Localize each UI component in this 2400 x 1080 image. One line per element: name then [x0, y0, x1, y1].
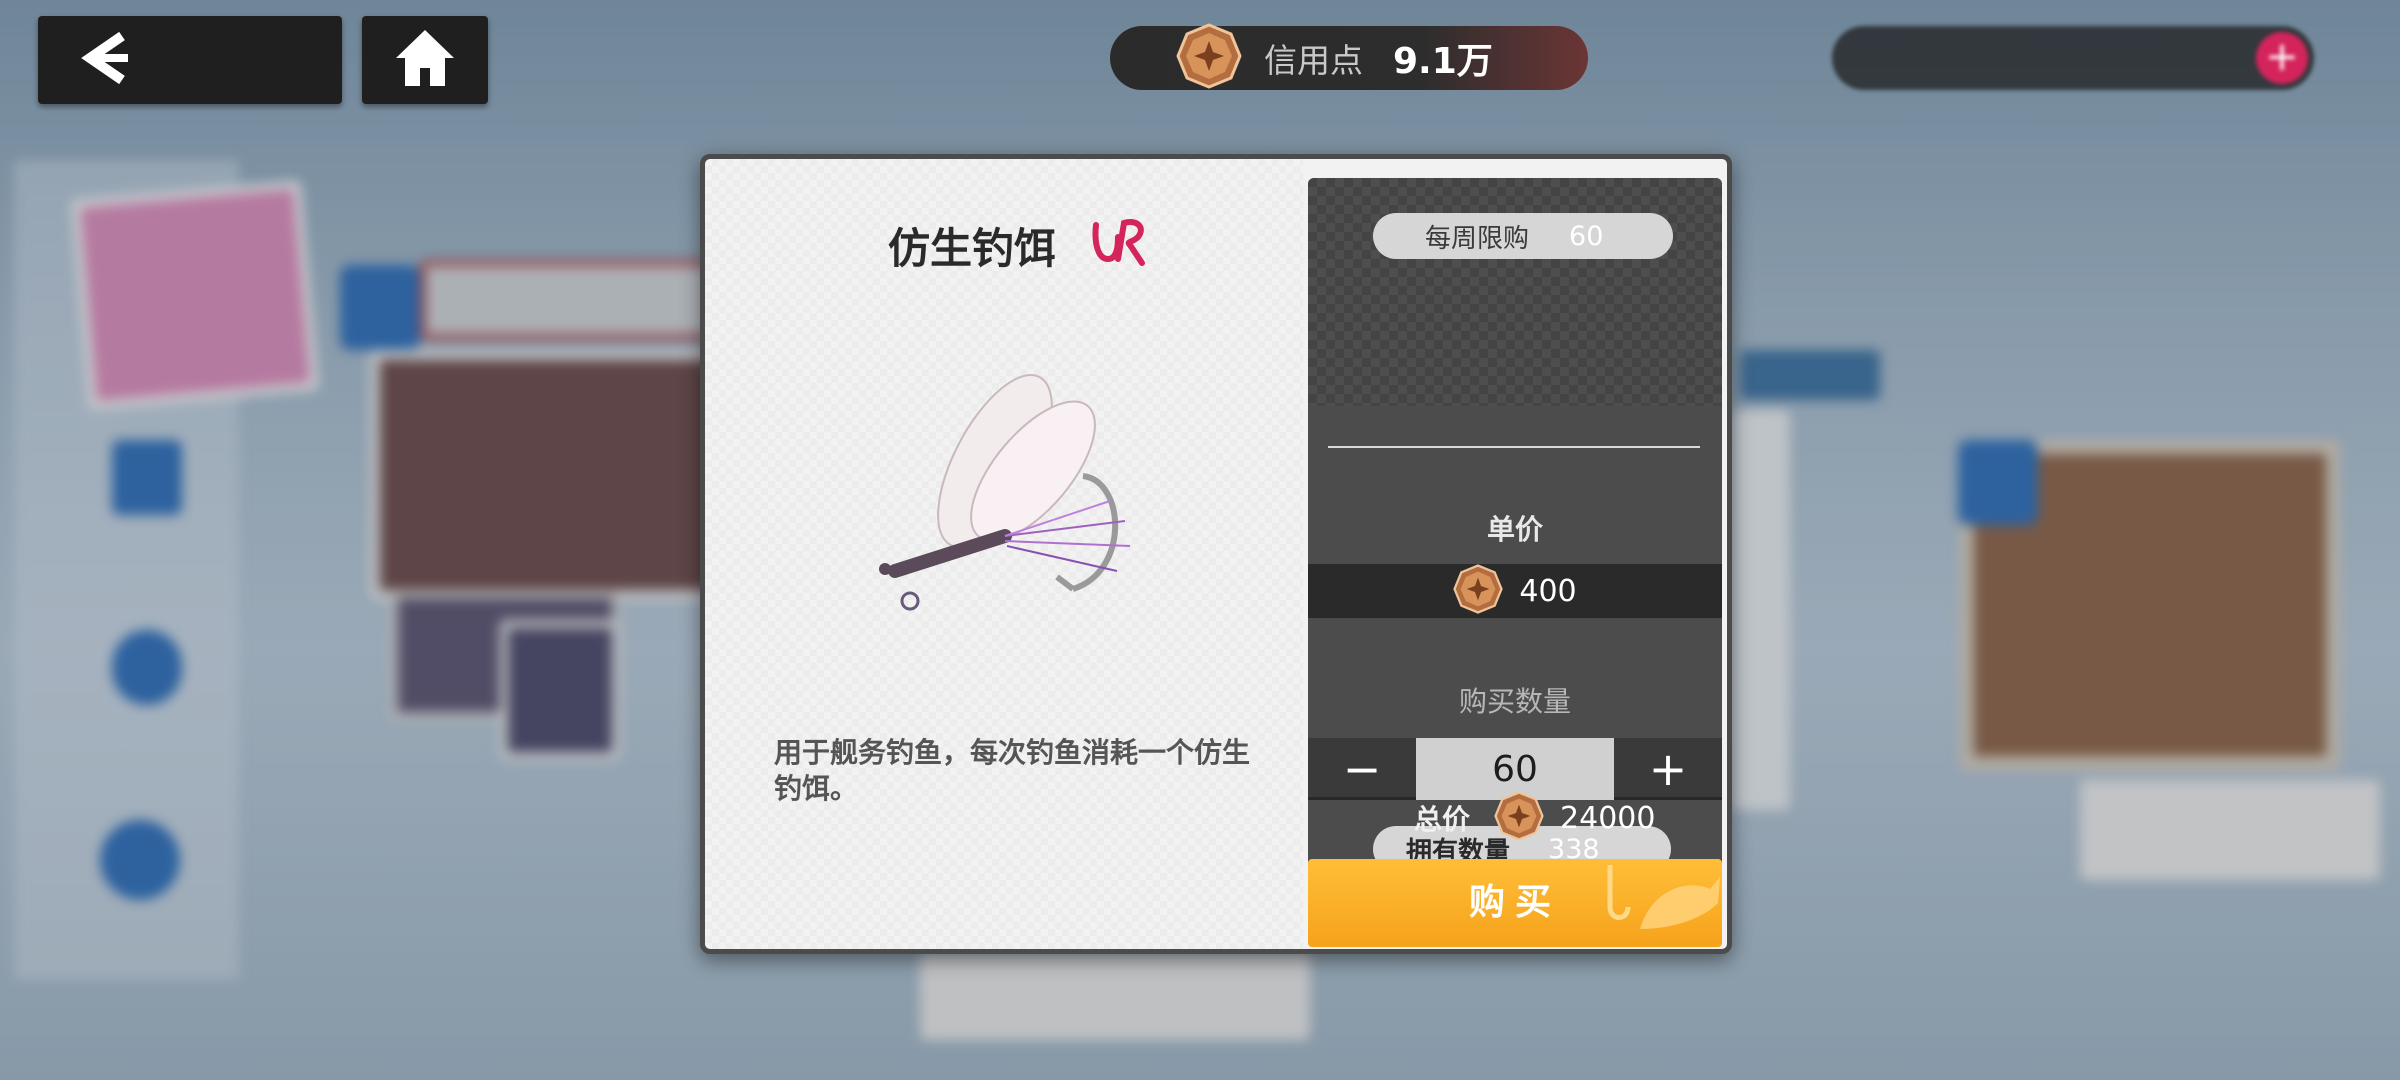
weekly-limit-value: 60: [1569, 220, 1604, 252]
back-button[interactable]: [38, 16, 342, 104]
ur-rarity-icon: [1090, 215, 1152, 275]
add-resource-icon: +: [2256, 32, 2308, 84]
credit-coin-icon: [1453, 564, 1504, 618]
blurred-top-right-resource: +: [1832, 26, 2314, 90]
credit-coin-icon: [1176, 23, 1242, 93]
decrease-quantity-button[interactable]: −: [1308, 738, 1416, 800]
buy-label: 购买: [1468, 882, 1561, 923]
unit-price-row: 400: [1308, 564, 1722, 618]
credit-coin-icon: [1494, 791, 1544, 845]
item-description: 用于舰务钓鱼，每次钓鱼消耗一个仿生钓饵。: [774, 736, 1251, 805]
unit-price-label: 单价: [1486, 513, 1543, 546]
quantity-label: 购买数量: [1458, 685, 1571, 718]
unit-price-value: 400: [1519, 573, 1577, 609]
divider: [1328, 446, 1700, 448]
home-button[interactable]: [362, 16, 488, 104]
home-icon: [394, 28, 456, 92]
buy-button[interactable]: 购买: [1308, 859, 1722, 947]
weekly-limit-badge: 每周限购 60: [1373, 213, 1673, 259]
bionic-lure-image: [855, 371, 1175, 635]
total-label: 总价: [1414, 803, 1471, 836]
credit-value: 9.1万: [1393, 41, 1493, 82]
total-value: 24000: [1560, 800, 1656, 836]
total-price-row: 总价 24000: [1414, 791, 1655, 845]
credit-label: 信用点: [1264, 41, 1363, 80]
purchase-dialog: 仿生钓饵 用于舰务钓鱼，每次钓鱼消耗一个仿生钓饵。 每周限购 60 单价 400…: [700, 154, 1732, 954]
item-name: 仿生钓饵: [888, 224, 1057, 273]
back-arrow-icon: [78, 30, 134, 90]
credit-display: 信用点 9.1万: [1110, 23, 1588, 93]
weekly-limit-label: 每周限购: [1425, 223, 1530, 254]
